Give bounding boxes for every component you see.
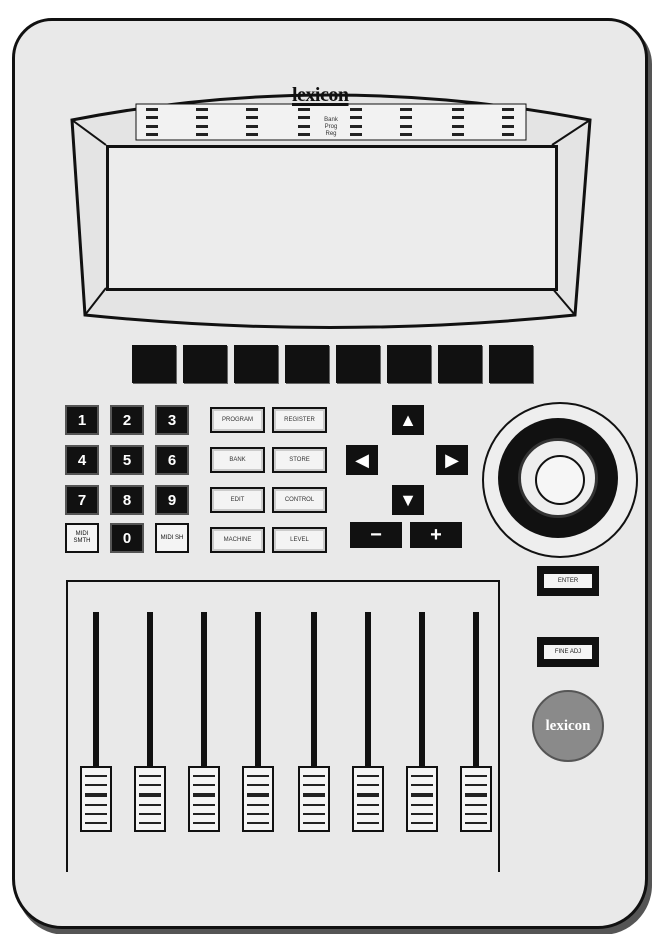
soft-key-6[interactable]	[387, 345, 431, 383]
soft-key-2[interactable]	[183, 345, 227, 383]
level-meter	[452, 108, 464, 136]
soft-key-7[interactable]	[438, 345, 482, 383]
keypad-4[interactable]: 4	[65, 445, 99, 475]
soft-key-3[interactable]	[234, 345, 278, 383]
mode-label-reg: Reg	[325, 131, 337, 137]
fine-adjust-button[interactable]: FINE ADJ	[537, 637, 599, 667]
lcd-screen	[106, 145, 558, 291]
plus-button[interactable]: +	[410, 522, 462, 548]
down-arrow-button[interactable]: ▼	[392, 485, 424, 515]
soft-key-4[interactable]	[285, 345, 329, 383]
soft-key-5[interactable]	[336, 345, 380, 383]
arrow-up-icon: ▲	[399, 409, 417, 430]
up-arrow-button[interactable]: ▲	[392, 405, 424, 435]
right-arrow-button[interactable]: ▶	[436, 445, 468, 475]
level-meter	[350, 108, 362, 136]
level-meter	[400, 108, 412, 136]
minus-icon: −	[370, 523, 382, 546]
edit-button[interactable]: EDIT	[210, 487, 265, 513]
soft-key-1[interactable]	[132, 345, 176, 383]
mode-label-prog: Prog	[324, 124, 338, 130]
bank-button[interactable]: BANK	[210, 447, 265, 473]
enter-button[interactable]: ENTER	[537, 566, 599, 596]
arrow-left-icon: ◀	[355, 449, 369, 470]
data-wheel-ring	[498, 418, 618, 538]
keypad-0[interactable]: 0	[110, 523, 144, 553]
display-mode-labels: Bank Prog Reg	[316, 117, 346, 138]
fader-6[interactable]	[352, 766, 384, 832]
level-meter	[196, 108, 208, 136]
keypad-2[interactable]: 2	[110, 405, 144, 435]
minus-button[interactable]: −	[350, 522, 402, 548]
left-arrow-button[interactable]: ◀	[346, 445, 378, 475]
lexicon-badge: lexicon	[532, 690, 604, 762]
control-button[interactable]: CONTROL	[272, 487, 327, 513]
fader-5[interactable]	[298, 766, 330, 832]
keypad-8[interactable]: 8	[110, 485, 144, 515]
level-meter	[246, 108, 258, 136]
keypad-left-special[interactable]: MIDI SMTH	[65, 523, 99, 553]
level-meter	[502, 108, 514, 136]
fader-1[interactable]	[80, 766, 112, 832]
keypad-3[interactable]: 3	[155, 405, 189, 435]
store-button[interactable]: STORE	[272, 447, 327, 473]
enter-button-label: ENTER	[544, 574, 592, 588]
register-button[interactable]: REGISTER	[272, 407, 327, 433]
arrow-down-icon: ▼	[399, 489, 417, 510]
keypad-1[interactable]: 1	[65, 405, 99, 435]
data-wheel[interactable]	[482, 402, 638, 558]
keypad-5[interactable]: 5	[110, 445, 144, 475]
data-wheel-knob[interactable]	[535, 455, 585, 505]
level-button[interactable]: LEVEL	[272, 527, 327, 553]
arrow-right-icon: ▶	[445, 449, 459, 470]
keypad-6[interactable]: 6	[155, 445, 189, 475]
fader-4[interactable]	[242, 766, 274, 832]
machine-button[interactable]: MACHINE	[210, 527, 265, 553]
fader-7[interactable]	[406, 766, 438, 832]
fader-8[interactable]	[460, 766, 492, 832]
mode-label-bank: Bank	[324, 117, 338, 123]
keypad-7[interactable]: 7	[65, 485, 99, 515]
fader-2[interactable]	[134, 766, 166, 832]
program-button[interactable]: PROGRAM	[210, 407, 265, 433]
fader-3[interactable]	[188, 766, 220, 832]
keypad-right-special[interactable]: MIDI SH	[155, 523, 189, 553]
level-meter	[146, 108, 158, 136]
data-wheel-inner	[518, 438, 598, 518]
fine-adjust-label: FINE ADJ	[544, 645, 592, 659]
plus-icon: +	[430, 523, 442, 546]
soft-key-8[interactable]	[489, 345, 533, 383]
keypad-9[interactable]: 9	[155, 485, 189, 515]
brand-logo: lexicon	[292, 84, 349, 106]
level-meter	[298, 108, 310, 136]
